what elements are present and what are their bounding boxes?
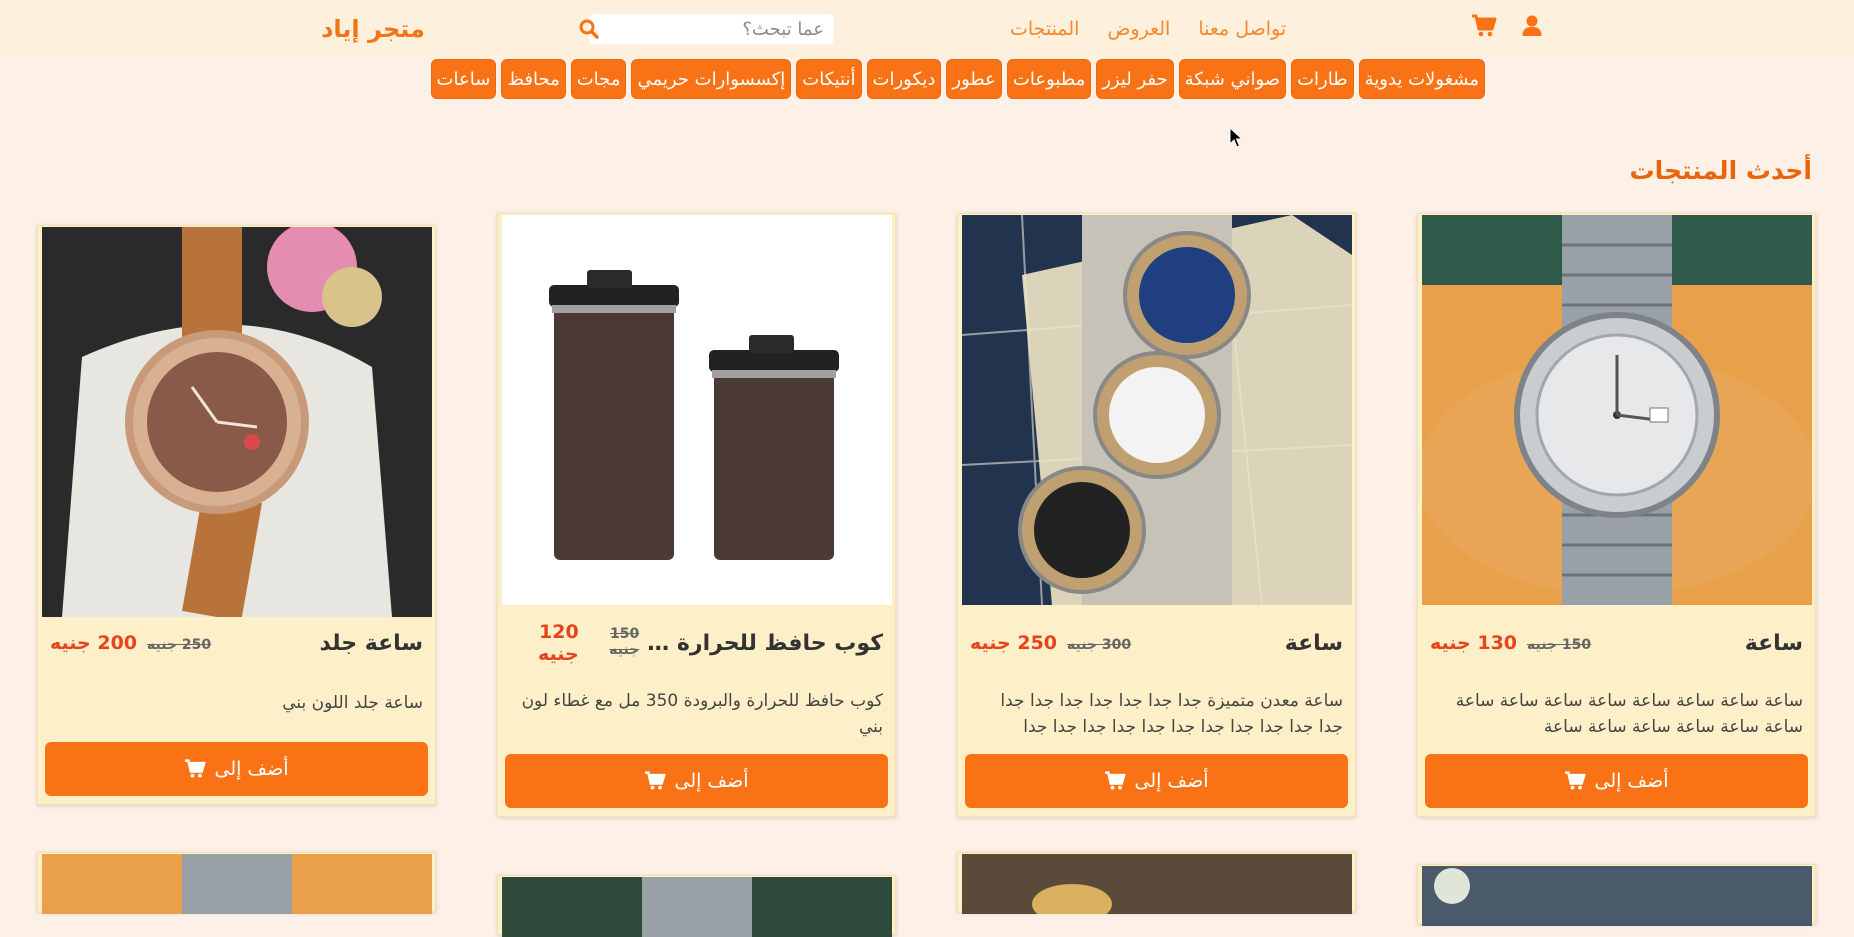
product-image[interactable] bbox=[42, 227, 432, 617]
product-name[interactable]: ساعة bbox=[1285, 631, 1343, 656]
brand-logo[interactable]: متجر إياد bbox=[318, 12, 428, 46]
add-to-cart-label: أضف إلى bbox=[1134, 770, 1209, 792]
cart-icon bbox=[1105, 771, 1127, 790]
product-image[interactable] bbox=[42, 854, 432, 914]
category-laser-engraving[interactable]: حفر ليزر bbox=[1096, 59, 1174, 99]
top-navbar: متجر إياد تواصل معنا العروض المنتجات bbox=[0, 0, 1854, 57]
new-price: 120 جنيه bbox=[537, 621, 579, 665]
new-price: 130 جنيه bbox=[1430, 632, 1518, 654]
product-card bbox=[957, 852, 1356, 914]
product-description: ساعة ساعة ساعة ساعة ساعة ساعة ساعة ساعة … bbox=[1455, 691, 1803, 737]
category-engagement-trays[interactable]: صواني شبكة bbox=[1178, 59, 1287, 99]
product-prices: 150 جنيه 130 جنيه bbox=[1430, 632, 1591, 654]
product-card: ساعة 150 جنيه 130 جنيه ساعة ساعة ساعة سا… bbox=[1417, 213, 1816, 817]
product-name[interactable]: كوب حافظ للحرارة والبرودة bbox=[639, 631, 883, 656]
add-to-cart-button[interactable]: أضف إلى bbox=[505, 754, 888, 808]
product-description: ساعة معدن متميزة جدا جدا جدا جدا جدا جدا… bbox=[1000, 691, 1343, 737]
product-card: ساعة 300 جنيه 250 جنيه ساعة معدن متميزة … bbox=[957, 213, 1356, 817]
product-card bbox=[37, 852, 436, 914]
cart-icon[interactable] bbox=[1470, 10, 1498, 42]
category-mugs[interactable]: مجات bbox=[570, 59, 627, 99]
category-watches[interactable]: ساعات bbox=[430, 59, 497, 99]
add-to-cart-label: أضف إلى bbox=[214, 758, 289, 780]
old-price: 150 جنيه bbox=[609, 626, 640, 658]
add-to-cart-label: أضف إلى bbox=[674, 770, 749, 792]
product-image[interactable] bbox=[962, 854, 1352, 914]
category-women-accessories[interactable]: إكسسوارات حريمي bbox=[631, 59, 792, 99]
mouse-cursor-icon bbox=[1229, 127, 1243, 148]
nav-links: تواصل معنا العروض المنتجات bbox=[1010, 14, 1286, 44]
add-to-cart-button[interactable]: أضف إلى bbox=[965, 754, 1348, 808]
product-image[interactable] bbox=[502, 215, 892, 605]
search-icon[interactable] bbox=[579, 18, 599, 40]
nav-link-products[interactable]: المنتجات bbox=[1010, 14, 1079, 44]
cart-icon bbox=[1565, 771, 1587, 790]
new-price: 200 جنيه bbox=[50, 632, 138, 654]
product-prices: 150 جنيه 120 جنيه bbox=[510, 621, 639, 665]
section-title: أحدث المنتجات bbox=[1629, 156, 1812, 185]
nav-link-contact[interactable]: تواصل معنا bbox=[1198, 14, 1286, 44]
product-image[interactable] bbox=[502, 877, 892, 937]
cart-icon bbox=[185, 759, 207, 778]
product-image[interactable] bbox=[1422, 866, 1812, 926]
category-bar: مشغولات يدوية طارات صواني شبكة حفر ليزر … bbox=[367, 59, 1485, 99]
old-price: 300 جنيه bbox=[1067, 637, 1132, 653]
product-description: ساعة جلد اللون بني bbox=[282, 693, 423, 713]
search-input[interactable] bbox=[599, 18, 824, 40]
category-prints[interactable]: مطبوعات bbox=[1006, 59, 1092, 99]
old-price: 250 جنيه bbox=[147, 637, 212, 653]
add-to-cart-button[interactable]: أضف إلى bbox=[45, 742, 428, 796]
product-card: كوب حافظ للحرارة والبرودة 150 جنيه 120 ج… bbox=[497, 213, 896, 817]
product-image[interactable] bbox=[962, 215, 1352, 605]
product-description: كوب حافظ للحرارة والبرودة 350 مل مع غطاء… bbox=[521, 691, 883, 737]
search-bar bbox=[579, 14, 834, 44]
cart-icon bbox=[645, 771, 667, 790]
old-price: 150 جنيه bbox=[1527, 637, 1592, 653]
add-to-cart-label: أضف إلى bbox=[1594, 770, 1669, 792]
product-image[interactable] bbox=[1422, 215, 1812, 605]
product-name[interactable]: ساعة جلد bbox=[320, 631, 423, 656]
add-to-cart-button[interactable]: أضف إلى bbox=[1425, 754, 1808, 808]
product-card bbox=[497, 875, 896, 937]
nav-icons bbox=[1470, 10, 1546, 42]
category-perfumes[interactable]: عطور bbox=[946, 59, 1002, 99]
category-handmade[interactable]: مشغولات يدوية bbox=[1358, 59, 1485, 99]
product-card: ساعة جلد 250 جنيه 200 جنيه ساعة جلد اللو… bbox=[37, 225, 436, 805]
product-name[interactable]: ساعة bbox=[1745, 631, 1803, 656]
category-wallets[interactable]: محافظ bbox=[501, 59, 566, 99]
category-frames[interactable]: طارات bbox=[1291, 59, 1354, 99]
user-icon[interactable] bbox=[1518, 10, 1546, 42]
product-prices: 250 جنيه 200 جنيه bbox=[50, 632, 211, 654]
nav-link-offers[interactable]: العروض bbox=[1107, 14, 1170, 44]
category-decorations[interactable]: ديكورات bbox=[866, 59, 942, 99]
product-card bbox=[1417, 864, 1816, 926]
product-prices: 300 جنيه 250 جنيه bbox=[970, 632, 1131, 654]
category-antiques[interactable]: أنتيكات bbox=[796, 59, 862, 99]
new-price: 250 جنيه bbox=[970, 632, 1058, 654]
